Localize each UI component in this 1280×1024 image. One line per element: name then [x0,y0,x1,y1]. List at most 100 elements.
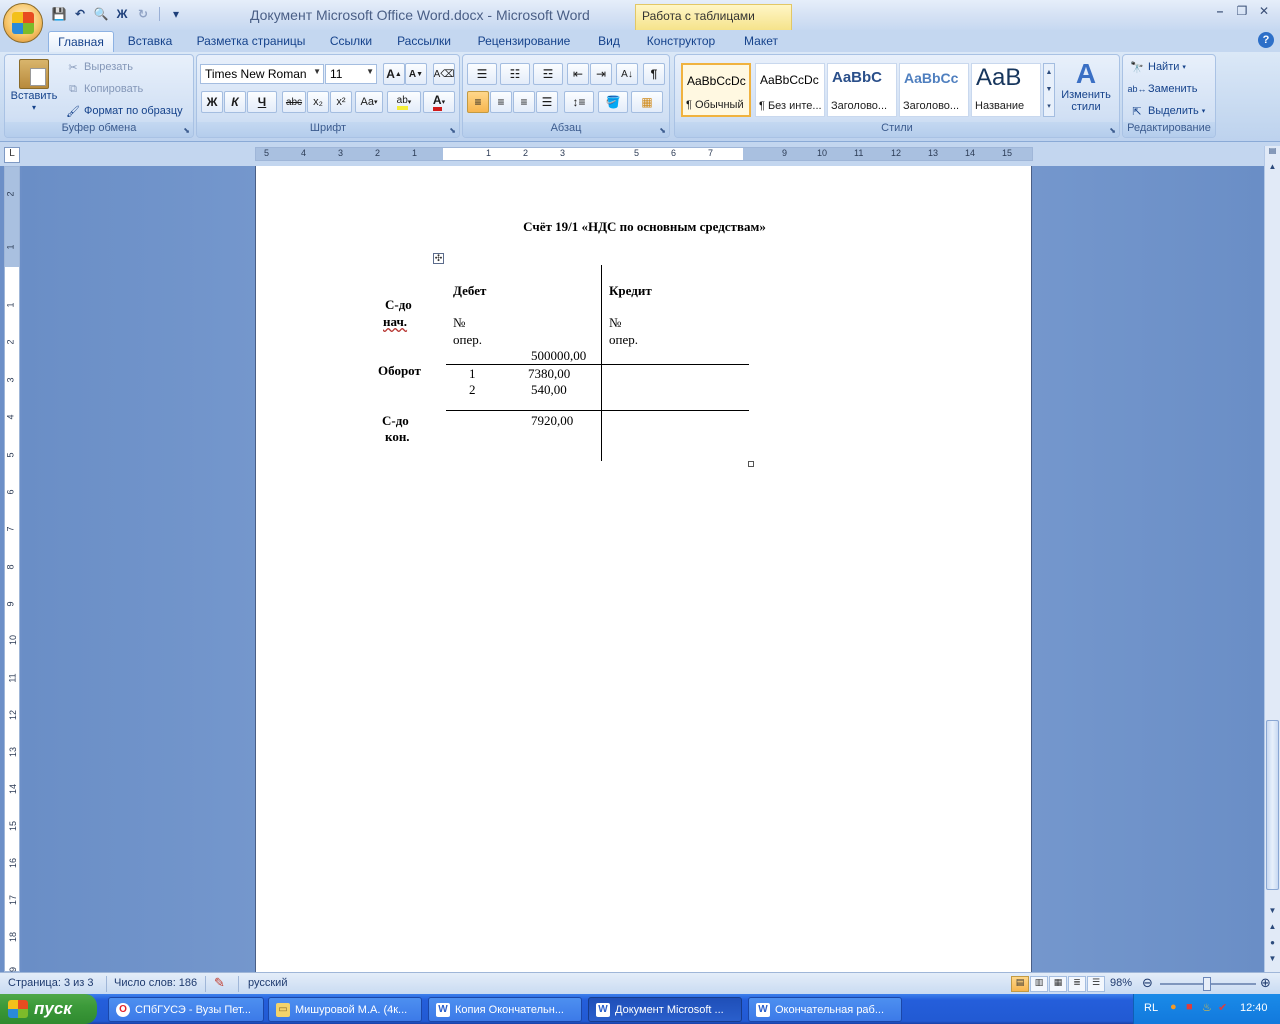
outline-view-icon[interactable]: ≣ [1068,976,1086,992]
shrink-font-button[interactable]: A ▼ [405,63,427,85]
multilevel-list-button[interactable]: ☲ [533,63,563,85]
dialog-launcher-icon[interactable]: ⬊ [1109,126,1116,135]
vertical-ruler[interactable]: 2112345678910111213141516171819 [4,166,20,977]
table-move-handle-icon[interactable]: ✣ [433,253,444,264]
firefox-icon[interactable]: ● [1170,1001,1177,1013]
zoom-in-icon[interactable]: ⊕ [1260,975,1271,991]
redo-icon[interactable]: ↻ [134,5,152,23]
status-word-count[interactable]: Число слов: 186 [114,977,197,989]
tray-app-icon[interactable]: ■ [1186,1001,1193,1013]
style-normal[interactable]: AaBbCcDc ¶ Обычный [681,63,751,117]
find-button[interactable]: 🔭 Найти ▾ [1129,59,1186,75]
tab-design[interactable]: Конструктор [640,31,722,52]
taskbar-item-opera[interactable]: O СПбГУСЭ - Вузы Пет... [108,997,264,1022]
print-preview-icon[interactable]: 🔍 [92,5,110,23]
scroll-up-icon[interactable]: ▲ [1266,162,1279,176]
print-layout-view-icon[interactable]: ▤ [1011,976,1029,992]
save-icon[interactable]: 💾 [50,5,68,23]
zoom-out-icon[interactable]: ⊖ [1142,975,1153,991]
subscript-button[interactable]: x₂ [307,91,329,113]
language-indicator[interactable]: RL [1144,1002,1158,1014]
style-heading-1[interactable]: AaBbC Заголово... [827,63,897,117]
close-button[interactable]: ✕ [1252,4,1276,22]
paste-button[interactable]: Вставить ▾ [7,59,61,112]
minimize-button[interactable]: – [1208,4,1232,22]
highlight-button[interactable]: ab ▾ [387,91,421,113]
web-layout-view-icon[interactable]: ▦ [1049,976,1067,992]
taskbar-item-word-final[interactable]: W Окончательная раб... [748,997,902,1022]
copy-button[interactable]: ⧉ Копировать [65,81,143,97]
tab-view[interactable]: Вид [588,31,630,52]
tab-home[interactable]: Главная [48,31,114,52]
clear-formatting-button[interactable]: A⌫ [433,63,455,85]
scroll-down-icon[interactable]: ▼ [1266,906,1279,920]
draft-view-icon[interactable]: ☰ [1087,976,1105,992]
tab-layout[interactable]: Макет [734,31,788,52]
grow-font-button[interactable]: A ▲ [383,63,405,85]
tab-selector-button[interactable]: L [4,147,20,163]
style-title[interactable]: AaB Название [971,63,1041,117]
justify-button[interactable]: ☰ [536,91,558,113]
tab-insert[interactable]: Вставка [120,31,180,52]
style-no-spacing[interactable]: AaBbCcDc ¶ Без инте... [755,63,825,117]
cut-button[interactable]: ✂ Вырезать [65,59,133,75]
italic-button[interactable]: К [224,91,246,113]
line-spacing-button[interactable]: ↕≡ [564,91,594,113]
horizontal-ruler[interactable]: 5 4 3 2 1 1 2 3 5 6 7 9 10 11 12 13 14 15 [255,147,1033,161]
document-page[interactable]: Счёт 19/1 «НДС по основным средствам» ✣ … [255,166,1032,972]
underline-button[interactable]: Ч [247,91,277,113]
help-icon[interactable]: ? [1258,32,1274,48]
borders-button[interactable]: ▦ [631,91,663,113]
status-language[interactable]: русский [248,977,287,989]
taskbar-item-folder[interactable]: ▭ Мишуровой М.А. (4к... [268,997,422,1022]
taskbar-item-word-copy[interactable]: W Копия Окончательн... [428,997,582,1022]
status-page[interactable]: Страница: 3 из 3 [8,977,94,989]
decrease-indent-button[interactable]: ⇤ [567,63,589,85]
style-heading-2[interactable]: AaBbCc Заголово... [899,63,969,117]
font-name-combo[interactable]: Times New Roman ▼ [200,64,324,84]
antivirus-icon[interactable]: ✔ [1218,1001,1227,1014]
tab-references[interactable]: Ссылки [322,31,380,52]
bold-button[interactable]: Ж [201,91,223,113]
tab-review[interactable]: Рецензирование [468,31,580,52]
undo-icon[interactable]: ↶ [71,5,89,23]
font-size-combo[interactable]: 11 ▼ [325,64,377,84]
zoom-slider-thumb[interactable] [1203,977,1211,991]
tab-page-layout[interactable]: Разметка страницы [190,31,312,52]
format-painter-button[interactable]: 🖌 Формат по образцу [65,103,183,119]
scroll-thumb[interactable] [1266,720,1279,890]
replace-button[interactable]: ab↔ Заменить [1128,81,1198,97]
previous-page-icon[interactable]: ▲ [1266,922,1279,936]
zoom-level[interactable]: 98% [1110,977,1132,989]
increase-indent-button[interactable]: ⇥ [590,63,612,85]
change-case-button[interactable]: Aa ▾ [355,91,383,113]
align-right-button[interactable]: ≡ [513,91,535,113]
dialog-launcher-icon[interactable]: ⬊ [449,126,456,135]
flame-icon[interactable]: ♨ [1202,1001,1212,1014]
restore-button[interactable]: ❐ [1230,4,1254,22]
align-center-button[interactable]: ≡ [490,91,512,113]
shading-button[interactable]: 🪣 [598,91,628,113]
change-styles-button[interactable]: A Изменить стили [1057,59,1115,114]
show-marks-button[interactable]: ¶ [643,63,665,85]
sort-button[interactable]: A↓ [616,63,638,85]
spelling-check-icon[interactable]: ✎ [214,975,225,991]
full-screen-view-icon[interactable]: ▥ [1030,976,1048,992]
office-button[interactable] [3,3,43,43]
ruler-toggle-icon[interactable]: ▤ [1266,146,1279,160]
numbering-button[interactable]: ☷ [500,63,530,85]
align-left-button[interactable]: ≡ [467,91,489,113]
vertical-scrollbar[interactable]: ▤ ▲ ▼ ▲ ● ▼ [1264,146,1280,972]
next-page-icon[interactable]: ▼ [1266,954,1279,968]
browse-object-icon[interactable]: ● [1266,938,1279,952]
bold-quick-icon[interactable]: Ж [113,5,131,23]
select-button[interactable]: ⇱ Выделить ▾ [1129,103,1205,119]
start-button[interactable]: пуск [0,994,97,1024]
font-color-button[interactable]: A ▾ [423,91,455,113]
table-resize-handle[interactable] [748,461,754,467]
bullets-button[interactable]: ☰ [467,63,497,85]
tab-mailings[interactable]: Рассылки [390,31,458,52]
superscript-button[interactable]: x² [330,91,352,113]
customize-qat-icon[interactable]: ▾ [167,5,185,23]
dialog-launcher-icon[interactable]: ⬊ [659,126,666,135]
